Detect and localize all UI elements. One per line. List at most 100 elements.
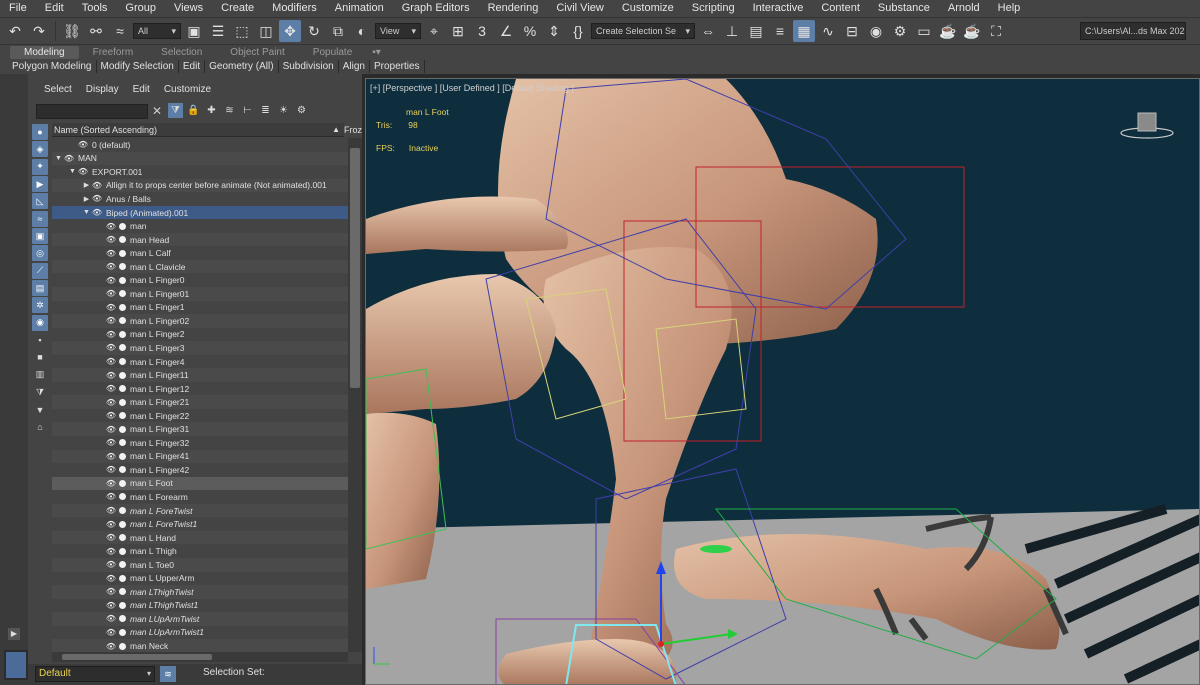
snaps-toggle-icon[interactable]: 3 (471, 20, 493, 42)
funnel-icon[interactable]: ⧩ (32, 384, 48, 400)
visibility-eye-icon[interactable]: 👁 (105, 249, 117, 258)
tree-row[interactable]: 👁 man Neck (52, 639, 348, 652)
rendered-frame-window-icon[interactable]: ▭ (913, 20, 935, 42)
window-crossing-icon[interactable]: ◫ (255, 20, 277, 42)
visibility-eye-icon[interactable]: 👁 (105, 357, 117, 366)
tree-row[interactable]: 👁 man LUpArmTwist (52, 612, 348, 626)
undo-icon[interactable]: ↶ (4, 20, 26, 42)
visibility-eye-icon[interactable]: 👁 (91, 208, 103, 217)
visibility-eye-icon[interactable]: 👁 (105, 601, 117, 610)
tree-row[interactable]: 👁 man L Finger4 (52, 355, 348, 369)
menu-interactive[interactable]: Interactive (744, 0, 813, 17)
render-iterative-icon[interactable]: ☕ (961, 20, 983, 42)
visibility-eye-icon[interactable]: 👁 (105, 547, 117, 556)
visibility-eye-icon[interactable]: 👁 (105, 343, 117, 352)
menu-content[interactable]: Content (812, 0, 869, 17)
container-icon[interactable]: ⌂ (32, 419, 48, 435)
tree-row[interactable]: 👁 0 (default) (52, 138, 348, 152)
hierarchy-icon[interactable]: ⊢ (240, 103, 255, 118)
options-icon[interactable]: ⚙ (294, 103, 309, 118)
menu-customize[interactable]: Customize (613, 0, 683, 17)
tree-row[interactable]: 👁 man L Finger31 (52, 422, 348, 437)
ribbon-panel-modify-selection[interactable]: Modify Selection (97, 60, 179, 73)
tree-row[interactable]: 👁 man LThighTwist (52, 585, 348, 599)
expand-arrow-icon[interactable]: ▶ (82, 195, 91, 203)
bind-spacewarp-icon[interactable]: ≈ (109, 20, 131, 42)
tree-row[interactable]: 👁 man L Calf (52, 246, 348, 260)
menu-tools[interactable]: Tools (73, 0, 117, 17)
ribbon-panel-properties[interactable]: Properties (370, 60, 425, 73)
scene-explorer-icon[interactable]: ▤ (745, 20, 767, 42)
visibility-eye-icon[interactable]: 👁 (105, 384, 117, 393)
tree-row[interactable]: 👁 man L Finger01 (52, 287, 348, 301)
explorer-menu-customize[interactable]: Customize (158, 84, 219, 98)
expand-arrow-icon[interactable]: ▶ (82, 181, 91, 189)
ribbon-panel-geometry-all-[interactable]: Geometry (All) (205, 60, 279, 73)
tree-row[interactable]: ▼ 👁 MAN (52, 151, 348, 166)
menu-group[interactable]: Group (116, 0, 165, 17)
tree-row[interactable]: 👁 man Head (52, 232, 348, 247)
ribbon-tab-freeform[interactable]: Freeform (79, 46, 148, 59)
visibility-eye-icon[interactable]: 👁 (105, 262, 117, 271)
viewport-layout-tab[interactable] (4, 650, 28, 680)
filter-icon[interactable]: ⧩ (168, 103, 183, 118)
layer-explorer-icon[interactable]: ≡ (769, 20, 791, 42)
column-header-name[interactable]: Name (Sorted Ascending) ▲ (52, 123, 344, 137)
scrollbar-thumb[interactable] (62, 654, 212, 660)
tree-row[interactable]: 👁 man L Foot (52, 476, 348, 491)
tree-row[interactable]: 👁 man L Finger12 (52, 382, 348, 396)
container-filter-icon[interactable]: ▤ (32, 280, 48, 297)
menu-arnold[interactable]: Arnold (939, 0, 989, 17)
menu-animation[interactable]: Animation (326, 0, 393, 17)
explorer-search-input[interactable] (36, 104, 148, 119)
collapse-arrow-icon[interactable]: ▼ (54, 155, 63, 162)
tree-row[interactable]: 👁 man L Finger41 (52, 449, 348, 464)
select-all-icon[interactable]: ▪ (32, 332, 48, 348)
invert-selection-icon[interactable]: ▥ (32, 367, 48, 383)
align-icon[interactable]: ⊥ (721, 20, 743, 42)
rotate-icon[interactable]: ↻ (303, 20, 325, 42)
tree-row[interactable]: ▶ 👁 Allign it to props center before anima… (52, 178, 348, 193)
visibility-eye-icon[interactable]: 👁 (105, 479, 117, 488)
menu-edit[interactable]: Edit (36, 0, 73, 17)
visibility-eye-icon[interactable]: 👁 (105, 398, 117, 407)
bone-filter-icon[interactable]: ⟋ (32, 262, 48, 279)
visibility-eye-icon[interactable]: 👁 (105, 465, 117, 474)
display-all-icon[interactable]: ◉ (32, 314, 48, 331)
menu-file[interactable]: File (0, 0, 36, 17)
visibility-eye-icon[interactable]: 👁 (105, 614, 117, 623)
tree-row[interactable]: ▶ 👁 Anus / Balls (52, 192, 348, 206)
shape-filter-icon[interactable]: ◈ (32, 141, 48, 158)
tree-row[interactable]: 👁 man (52, 219, 348, 233)
geometry-filter-icon[interactable]: ● (32, 124, 48, 140)
tree-row[interactable]: 👁 man L Finger21 (52, 395, 348, 409)
reference-coordinate-dropdown[interactable]: View ▾ (375, 23, 421, 39)
spinner-snap-icon[interactable]: ⇕ (543, 20, 565, 42)
explorer-menu-select[interactable]: Select (28, 84, 80, 98)
tree-row[interactable]: 👁 man L Hand (52, 530, 348, 545)
render-production-icon[interactable]: ☕ (937, 20, 959, 42)
visibility-eye-icon[interactable]: 👁 (105, 533, 117, 542)
tree-row[interactable]: 👁 man L Finger0 (52, 273, 348, 287)
tree-row[interactable]: 👁 man L Finger3 (52, 341, 348, 355)
visibility-eye-icon[interactable]: 👁 (105, 560, 117, 569)
layer-explorer-button[interactable]: ≋ (160, 666, 176, 682)
menu-views[interactable]: Views (165, 0, 212, 17)
visibility-eye-icon[interactable]: 👁 (105, 438, 117, 447)
tree-row[interactable]: 👁 man L Forearm (52, 490, 348, 504)
add-layer-icon[interactable]: ✚ (204, 103, 219, 118)
visibility-eye-icon[interactable]: 👁 (63, 154, 75, 163)
schematic-view-icon[interactable]: ⊟ (841, 20, 863, 42)
mirror-icon[interactable]: ⇔ (697, 20, 719, 42)
pivot-center-icon[interactable]: ⌖ (423, 20, 445, 42)
project-path-field[interactable]: C:\Users\Al...ds Max 2021 (1080, 22, 1186, 40)
light-filter-icon[interactable]: ✦ (32, 158, 48, 175)
tree-row[interactable]: 👁 man L ForeTwist (52, 503, 348, 518)
visibility-eye-icon[interactable]: 👁 (105, 316, 117, 325)
unlink-icon[interactable]: ⚯ (85, 20, 107, 42)
visibility-eye-icon[interactable]: 👁 (105, 330, 117, 339)
menu-create[interactable]: Create (212, 0, 263, 17)
viewcube[interactable] (1117, 105, 1177, 145)
lock-icon[interactable]: 🔒 (186, 103, 201, 118)
ribbon-panel-polygon-modeling[interactable]: Polygon Modeling (8, 60, 97, 73)
